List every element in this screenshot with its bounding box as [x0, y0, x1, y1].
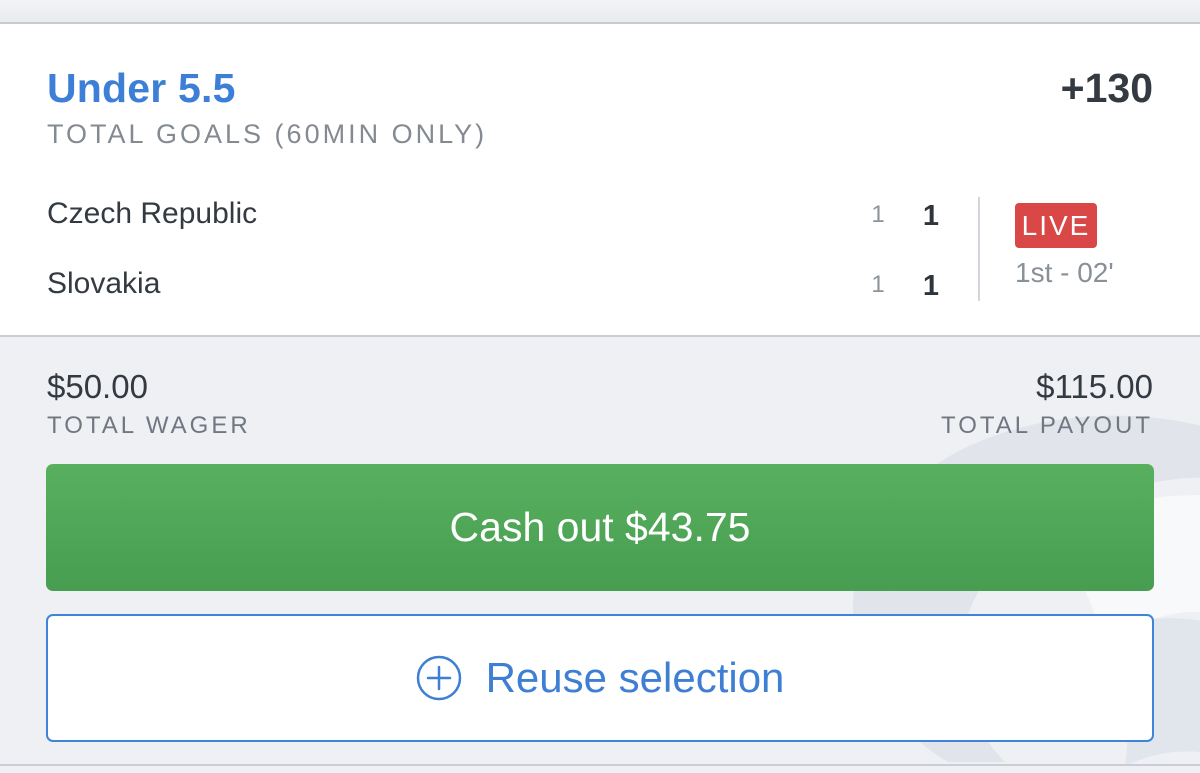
slovakia-total-score: 1: [922, 270, 940, 302]
card-bottom-divider: [0, 764, 1200, 766]
selection-title: Under 5.5: [47, 65, 236, 111]
slovakia-period-score: 1: [871, 271, 885, 298]
score-divider: [978, 197, 980, 301]
market-name: TOTAL GOALS (60MIN ONLY): [47, 119, 488, 149]
reuse-selection-label: Reuse selection: [485, 654, 785, 701]
reuse-selection-content: Reuse selection: [416, 616, 785, 740]
bet-card-screen: Under 5.5 +130 TOTAL GOALS (60MIN ONLY) …: [0, 0, 1200, 773]
total-payout-amount: $115.00: [1036, 368, 1153, 405]
cash-out-button[interactable]: Cash out $43.75: [46, 464, 1154, 591]
czech-republic-total-score: 1: [922, 200, 940, 232]
previous-card-edge: [0, 0, 1200, 24]
live-status-badge: LIVE: [1015, 203, 1097, 248]
odds-value: +130: [1060, 65, 1153, 111]
team-name-slovakia: Slovakia: [47, 267, 161, 300]
team-name-czech-republic: Czech Republic: [47, 197, 258, 230]
game-clock: 1st - 02': [1015, 257, 1114, 288]
czech-republic-period-score: 1: [871, 201, 885, 228]
plus-circle-icon: [416, 655, 461, 701]
total-payout-label: TOTAL PAYOUT: [940, 412, 1153, 439]
total-wager-label: TOTAL WAGER: [47, 412, 251, 439]
total-wager-amount: $50.00: [47, 368, 148, 405]
reuse-selection-button[interactable]: Reuse selection: [46, 614, 1154, 742]
